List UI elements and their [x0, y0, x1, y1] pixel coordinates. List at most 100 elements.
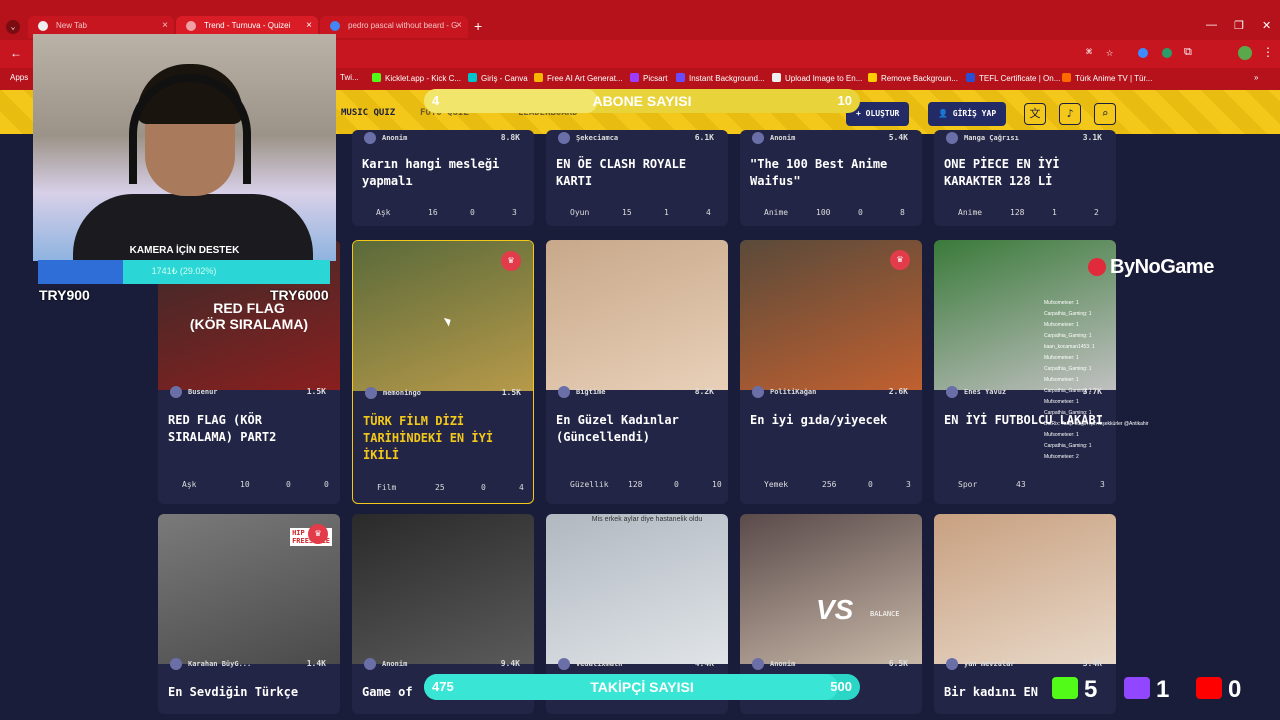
- quiz-card[interactable]: HIP FREESTYLE♛Karahan BüyG...1.4KEn Sevd…: [158, 514, 340, 714]
- kick-icon: [1052, 677, 1078, 699]
- translate-page-icon[interactable]: ⌘: [1086, 47, 1092, 58]
- author-avatar: [365, 387, 377, 399]
- profile-avatar[interactable]: [1238, 46, 1252, 60]
- comment-count: 0: [868, 480, 873, 489]
- quiz-card[interactable]: ♛ PolitiKağan 2.6K En iyi gıda/yiyecek Yemek…: [740, 240, 922, 504]
- question-count: 16: [428, 208, 438, 217]
- bookmark-item[interactable]: Picsart: [630, 73, 667, 83]
- comment-count: 0: [481, 483, 486, 492]
- subscriber-goal: 10: [837, 93, 852, 108]
- card-thumbnail: Mis erkek aylar diye hastanelik oldu: [546, 514, 728, 664]
- card-category: Film: [377, 483, 397, 492]
- author-avatar: [170, 386, 182, 398]
- back-icon[interactable]: ←: [10, 46, 22, 60]
- author-avatar: [558, 658, 570, 670]
- kamera-goal-start: TRY900: [39, 287, 90, 303]
- kamera-goal-end: TRY6000: [270, 287, 329, 303]
- bookmark-apps[interactable]: Apps: [10, 73, 28, 82]
- question-count: 43: [1016, 480, 1026, 489]
- question-count: 256: [822, 480, 837, 489]
- tab-google[interactable]: pedro pascal without beard - G ×: [320, 16, 468, 38]
- card-title: ONE PİECE EN İYİ KARAKTER 128 Lİ: [944, 157, 1060, 188]
- chat-message: Carpathia_Gaming: 1: [1044, 366, 1092, 372]
- crown-icon: ♛: [308, 524, 328, 544]
- quiz-card[interactable]: Manga Çağrısı 3.1K ONE PİECE EN İYİ KARAKT…: [934, 130, 1116, 226]
- question-count: 15: [622, 208, 632, 217]
- close-window-icon[interactable]: ✕: [1262, 19, 1271, 32]
- bookmark-item[interactable]: Free AI Art Generat...: [534, 73, 623, 83]
- card-author: Manga Çağrısı: [964, 134, 1019, 142]
- card-footer: Anime 128 1 2: [944, 208, 1110, 222]
- quiz-card[interactable]: Bigtime 8.2K En Güzel Kadınlar (Güncellend…: [546, 240, 728, 504]
- like-count: 2: [1094, 208, 1099, 217]
- bookmark-item[interactable]: TEFL Certificate | On...: [966, 73, 1060, 83]
- bookmark-item[interactable]: Twi...: [340, 73, 359, 82]
- chat-message: Mufsometeer: 1: [1044, 300, 1079, 306]
- card-author: Enes Yavuz: [964, 388, 1007, 396]
- card-title: Karın hangi mesleği yapmalı: [362, 157, 500, 188]
- card-author: PolitiKağan: [770, 388, 817, 396]
- card-meta: Anonim 8.8K: [352, 130, 534, 148]
- card-footer: Aşk 10 0 0: [168, 480, 334, 494]
- question-count: 100: [816, 208, 831, 217]
- close-icon[interactable]: ×: [306, 20, 312, 31]
- translate-icon[interactable]: 文: [1024, 103, 1046, 125]
- card-title: EN ÖE CLASH ROYALE KARTI: [556, 157, 687, 188]
- quiz-card[interactable]: Anonim 5.4K "The 100 Best Anime Waifus" Ani…: [740, 130, 922, 226]
- like-count: 4: [519, 483, 524, 492]
- chat-overlay: Mufsometeer: 1 Carpathia_Gaming: 1 Mufsome…: [1044, 300, 1174, 510]
- extension-icon[interactable]: [1162, 48, 1172, 58]
- bookmark-item[interactable]: Remove Backgroun...: [868, 73, 958, 83]
- close-icon[interactable]: ×: [456, 20, 462, 31]
- new-tab-button[interactable]: +: [474, 18, 482, 34]
- quizei-icon: [186, 21, 196, 31]
- bookmark-item[interactable]: Türk Anime TV | Tür...: [1062, 73, 1152, 83]
- quiz-card[interactable]: ♛ memoningo 1.5K TÜRK FİLM DİZİ TARİHİNDEKİ…: [352, 240, 534, 504]
- chat-message: Carpathia_Gaming: 1: [1044, 443, 1092, 449]
- card-author: Bigtime: [576, 388, 606, 396]
- bookmark-item[interactable]: Kicklet.app - Kick C...: [372, 73, 461, 83]
- question-count: 128: [1010, 208, 1025, 217]
- search-icon[interactable]: ⌕: [1094, 103, 1116, 125]
- quiz-card[interactable]: Şekeciamca 6.1K EN ÖE CLASH ROYALE KARTI Oy…: [546, 130, 728, 226]
- close-icon[interactable]: ×: [162, 20, 168, 31]
- card-footer: Güzellik 128 0 10: [556, 480, 722, 494]
- more-bookmarks-icon[interactable]: »: [1254, 73, 1258, 82]
- follower-goal: 500: [830, 679, 852, 694]
- author-avatar: [946, 658, 958, 670]
- tab-search-button[interactable]: ⌄: [6, 20, 20, 34]
- maximize-icon[interactable]: ❐: [1234, 19, 1244, 32]
- nav-music-quiz[interactable]: MUSIC QUIZ: [341, 108, 395, 118]
- like-count: 4: [706, 208, 711, 217]
- bookmark-item[interactable]: Instant Background...: [676, 73, 765, 83]
- twitch-counter: 1: [1124, 676, 1169, 704]
- twitch-icon: [1124, 677, 1150, 699]
- headphones: [129, 74, 251, 184]
- chat-message: Carpathia_Gaming: 1: [1044, 388, 1092, 394]
- thumbnail-text: Mis erkek aylar diye hastanelik oldu: [591, 516, 703, 523]
- bell-icon[interactable]: ♪: [1059, 103, 1081, 125]
- bookmark-star-icon[interactable]: ☆: [1106, 45, 1113, 59]
- subscriber-goal-label: ABONE SAYISI: [592, 93, 692, 109]
- card-title: RED FLAG (KÖR SIRALAMA) PART2: [168, 413, 277, 444]
- like-count: 0: [324, 480, 329, 489]
- kick-counter: 5: [1052, 676, 1097, 704]
- minimize-icon[interactable]: —: [1206, 19, 1217, 31]
- card-meta: Anonim 5.4K: [740, 130, 922, 148]
- tab-label: Trend - Turnuva - Quizei: [204, 21, 291, 30]
- card-category: Anime: [958, 208, 983, 217]
- menu-icon[interactable]: ⋮: [1262, 45, 1274, 59]
- bookmark-item[interactable]: Upload Image to En...: [772, 73, 862, 83]
- puzzle-icon[interactable]: ⧉: [1184, 45, 1192, 59]
- bookmark-item[interactable]: Giriş - Canva: [468, 73, 528, 83]
- card-title: En Sevdiğin Türkçe: [168, 685, 299, 699]
- extension-icon[interactable]: [1138, 48, 1148, 58]
- chat-message: kaan_kocaman1453: 1: [1044, 344, 1095, 350]
- chrome-icon: [38, 21, 48, 31]
- chat-message: Carpathia_Gaming: 1: [1044, 333, 1092, 339]
- card-category: Spor: [958, 480, 978, 489]
- login-button[interactable]: 👤 GİRİŞ YAP: [928, 102, 1007, 126]
- quiz-card[interactable]: Anonim 8.8K Karın hangi mesleği yapmalı Aşk…: [352, 130, 534, 226]
- card-author: Şekeciamca: [576, 134, 619, 142]
- chat-message: Carpathia_Gaming: 1: [1044, 311, 1092, 317]
